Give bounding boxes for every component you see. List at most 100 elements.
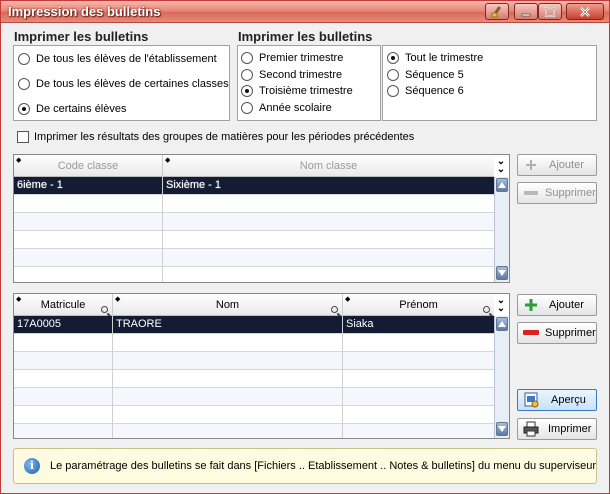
table-cell <box>14 352 113 370</box>
cell-matricule: 17A0005 <box>14 316 113 334</box>
table-cell <box>14 249 163 267</box>
radio-indicator[interactable] <box>387 85 399 97</box>
column-header-prenom[interactable]: ◆ Prénom <box>343 294 494 316</box>
radio-label: Premier trimestre <box>259 52 344 64</box>
table-row[interactable] <box>14 195 494 213</box>
classes-table: ◆ Code classe ◆ Nom classe ⌄ ⌄ 6ième - 1 … <box>13 154 510 283</box>
radio-indicator[interactable] <box>241 69 253 81</box>
collapse-columns-icon[interactable]: ⌄ ⌄ <box>495 157 507 175</box>
radio-indicator[interactable] <box>387 52 399 64</box>
column-header-matricule[interactable]: ◆ Matricule <box>14 294 113 316</box>
search-icon[interactable] <box>483 306 490 313</box>
table-row[interactable] <box>14 388 494 406</box>
table-cell <box>14 231 163 249</box>
radio-some-classes[interactable]: De tous les élèves de certaines classes <box>18 76 229 92</box>
table-row[interactable] <box>14 334 494 352</box>
table-row[interactable] <box>14 352 494 370</box>
radio-indicator[interactable] <box>387 69 399 81</box>
scroll-up-button[interactable] <box>496 178 508 192</box>
radio-period-1[interactable]: Premier trimestre <box>241 50 343 66</box>
minus-icon <box>523 185 539 201</box>
table-row[interactable] <box>14 267 494 282</box>
title-bar[interactable]: Impression des bulletins <box>1 1 609 23</box>
radio-sequence-5[interactable]: Séquence 5 <box>387 67 464 83</box>
radio-label: Second trimestre <box>259 69 343 81</box>
table-cell <box>14 267 163 282</box>
table-row[interactable]: 6ième - 1 Sixième - 1 <box>14 177 494 195</box>
cell-nom-classe: Sixième - 1 <box>166 179 222 191</box>
radio-label: Troisième trimestre <box>259 85 353 97</box>
table-row[interactable] <box>14 213 494 231</box>
preview-button[interactable]: Aperçu <box>517 389 597 411</box>
scroll-down-button[interactable] <box>496 422 508 436</box>
search-icon[interactable] <box>101 306 108 313</box>
printer-icon <box>523 421 539 437</box>
radio-period-2[interactable]: Second trimestre <box>241 67 342 83</box>
prev-periods-label: Imprimer les résultats des groupes de ma… <box>34 131 415 143</box>
students-table: ◆ Matricule ◆ Nom ◆ Prénom ⌄ ⌄ 17A0005 TR… <box>13 293 510 439</box>
table-row[interactable] <box>14 249 494 267</box>
radio-indicator[interactable] <box>18 103 30 115</box>
search-icon[interactable] <box>331 306 338 313</box>
radio-some-students[interactable]: De certains élèves <box>18 101 127 117</box>
collapse-columns-icon[interactable]: ⌄ ⌄ <box>495 296 507 314</box>
radio-sequence-6[interactable]: Séquence 6 <box>387 83 464 99</box>
info-icon: i <box>24 458 40 474</box>
students-remove-button[interactable]: Supprimer <box>517 322 597 344</box>
window-title: Impression des bulletins <box>8 4 161 19</box>
print-button[interactable]: Imprimer <box>517 418 597 440</box>
radio-indicator[interactable] <box>241 85 253 97</box>
column-header-nom-classe[interactable]: ◆ Nom classe <box>163 155 494 177</box>
button-label: Supprimer <box>545 187 596 199</box>
classes-scrollbar[interactable] <box>494 177 509 282</box>
radio-period-3[interactable]: Troisième trimestre <box>241 83 353 99</box>
sort-icon[interactable]: ◆ <box>16 157 21 164</box>
radio-indicator[interactable] <box>18 53 30 65</box>
radio-indicator[interactable] <box>241 52 253 64</box>
sort-icon[interactable]: ◆ <box>345 296 350 303</box>
sort-icon[interactable]: ◆ <box>16 296 21 303</box>
table-row[interactable] <box>14 370 494 388</box>
theme-brush-button[interactable] <box>485 3 509 20</box>
table-cell <box>14 213 163 231</box>
students-table-header: ◆ Matricule ◆ Nom ◆ Prénom <box>14 294 494 316</box>
plus-icon <box>523 157 539 173</box>
arrow-down-icon <box>498 426 506 432</box>
table-cell <box>14 424 113 438</box>
table-row[interactable] <box>14 424 494 438</box>
radio-label: De tous les élèves de l'établissement <box>36 53 217 65</box>
radio-label: Année scolaire <box>259 102 332 114</box>
maximize-button[interactable] <box>538 3 562 20</box>
sort-icon[interactable]: ◆ <box>115 296 120 303</box>
column-header-nom[interactable]: ◆ Nom <box>113 294 343 316</box>
scroll-down-button[interactable] <box>496 266 508 280</box>
scroll-up-button[interactable] <box>496 317 508 331</box>
table-row[interactable]: 17A0005 TRAORE Siaka <box>14 316 494 334</box>
table-cell <box>113 424 343 438</box>
brush-icon <box>491 6 501 18</box>
table-row[interactable] <box>14 406 494 424</box>
button-label: Supprimer <box>545 327 596 339</box>
arrow-up-icon <box>498 182 506 188</box>
sort-icon[interactable]: ◆ <box>165 157 170 164</box>
table-cell <box>14 406 113 424</box>
radio-indicator[interactable] <box>18 78 30 90</box>
table-row[interactable] <box>14 231 494 249</box>
preview-icon <box>523 392 539 408</box>
students-add-button[interactable]: Ajouter <box>517 294 597 316</box>
radio-label: Séquence 5 <box>405 69 464 81</box>
radio-whole-term[interactable]: Tout le trimestre <box>387 50 483 66</box>
classes-add-button[interactable]: Ajouter <box>517 154 597 176</box>
minimize-button[interactable] <box>514 3 538 20</box>
table-cell <box>14 334 113 352</box>
radio-label: Séquence 6 <box>405 85 464 97</box>
students-scrollbar[interactable] <box>494 316 509 438</box>
close-button[interactable] <box>566 3 604 20</box>
prev-periods-checkbox[interactable] <box>17 131 29 143</box>
section-students-title: Imprimer les bulletins <box>14 29 149 44</box>
radio-period-year[interactable]: Année scolaire <box>241 100 332 116</box>
column-header-code-classe[interactable]: ◆ Code classe <box>14 155 163 177</box>
radio-all-students[interactable]: De tous les élèves de l'établissement <box>18 51 217 67</box>
classes-remove-button[interactable]: Supprimer <box>517 182 597 204</box>
radio-indicator[interactable] <box>241 102 253 114</box>
